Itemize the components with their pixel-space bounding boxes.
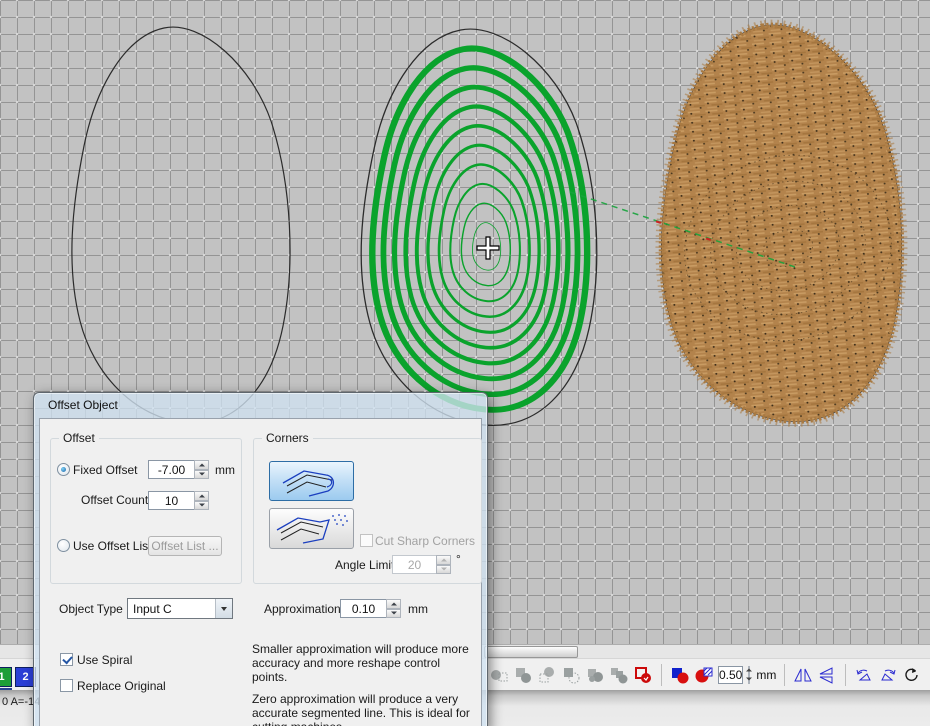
use-spiral-label: Use Spiral: [77, 653, 132, 667]
stitch-spacing-unit: mm: [756, 668, 776, 682]
toolbar-separator: [845, 664, 846, 686]
angle-limit-spinner[interactable]: 20: [392, 555, 451, 574]
stitch-spacing-stepper[interactable]: [748, 666, 750, 684]
offset-group-label: Offset: [59, 431, 99, 445]
offset-object-dialog[interactable]: Offset Object Offset Fixed Offset -7.00 …: [33, 392, 488, 726]
rotate-cw-icon[interactable]: [878, 666, 898, 684]
spinner-up-icon[interactable]: [436, 555, 451, 565]
approximation-label: Approximation: [264, 602, 341, 616]
stitch-spacing-input[interactable]: 0.50: [718, 666, 743, 684]
rotate-ccw-icon[interactable]: [854, 666, 874, 684]
use-offset-list-radio[interactable]: [57, 539, 70, 552]
weld-disabled-icon: [489, 666, 509, 684]
rounded-corners-button[interactable]: [269, 461, 354, 501]
trim-disabled-icon: [513, 666, 533, 684]
exclude-disabled-icon: [561, 666, 581, 684]
approximation-info-text-2: Zero approximation will produce a very a…: [252, 692, 478, 726]
replace-original-checkbox[interactable]: [60, 679, 73, 692]
angle-limit-unit: °: [456, 552, 461, 566]
pattern-object-icon[interactable]: [694, 666, 714, 684]
corners-group-label: Corners: [262, 431, 313, 445]
offset-spiral-shape[interactable]: [361, 29, 597, 425]
stepper-up-icon[interactable]: [748, 666, 750, 675]
toolbar-separator: [784, 664, 785, 686]
color-object-icon[interactable]: [670, 666, 690, 684]
toolbar-separator: [661, 664, 662, 686]
spinner-down-icon[interactable]: [386, 609, 401, 619]
thread-color-chip-1[interactable]: 1: [0, 667, 12, 687]
offset-count-label: Offset Count: [81, 493, 148, 507]
fixed-offset-unit: mm: [215, 463, 235, 477]
stitched-shape[interactable]: [661, 25, 911, 421]
sharp-corners-button[interactable]: [269, 508, 354, 549]
use-spiral-checkbox[interactable]: [60, 653, 73, 666]
fragment-disabled-icon: [609, 666, 629, 684]
cut-sharp-corners-label: Cut Sharp Corners: [375, 534, 475, 548]
merge-disabled-icon: [585, 666, 605, 684]
spinner-up-icon[interactable]: [194, 491, 209, 501]
sharp-corners-icon: [273, 512, 351, 545]
intersect-disabled-icon: [537, 666, 557, 684]
dialog-title: Offset Object: [48, 393, 118, 418]
crosshair-cursor: [477, 237, 499, 259]
spinner-down-icon[interactable]: [194, 470, 209, 480]
use-offset-list-label: Use Offset List: [73, 539, 151, 553]
approximation-unit: mm: [408, 602, 428, 616]
angle-limit-label: Angle Limit: [335, 558, 394, 572]
approximation-info-text-1: Smaller approximation will produce more …: [252, 642, 478, 684]
spinner-up-icon[interactable]: [386, 599, 401, 609]
flip-vertical-icon[interactable]: [817, 666, 837, 684]
offset-group: Offset: [50, 438, 242, 584]
rounded-corners-icon: [277, 465, 347, 497]
fixed-offset-spinner[interactable]: -7.00: [148, 460, 209, 479]
rotate-free-icon[interactable]: [902, 666, 922, 684]
spinner-up-icon[interactable]: [194, 460, 209, 470]
stepper-down-icon[interactable]: [748, 675, 750, 684]
offset-count-spinner[interactable]: 10: [148, 491, 209, 510]
object-type-combobox[interactable]: Input C: [127, 598, 233, 619]
spinner-down-icon[interactable]: [194, 501, 209, 511]
fixed-offset-radio[interactable]: [57, 463, 70, 476]
remove-overlaps-icon[interactable]: [633, 666, 653, 684]
approximation-spinner[interactable]: 0.10: [340, 599, 401, 618]
replace-original-label: Replace Original: [77, 679, 166, 693]
cut-sharp-corners-checkbox[interactable]: [360, 534, 373, 547]
offset-list-button[interactable]: Offset List ...: [148, 536, 222, 556]
flip-horizontal-icon[interactable]: [793, 666, 813, 684]
outline-shape[interactable]: [72, 27, 290, 423]
chevron-down-icon[interactable]: [215, 599, 232, 618]
object-type-label: Object Type: [59, 602, 123, 616]
fixed-offset-label: Fixed Offset: [73, 463, 137, 477]
spinner-down-icon[interactable]: [436, 565, 451, 575]
horizontal-scrollbar-thumb[interactable]: [484, 646, 578, 658]
